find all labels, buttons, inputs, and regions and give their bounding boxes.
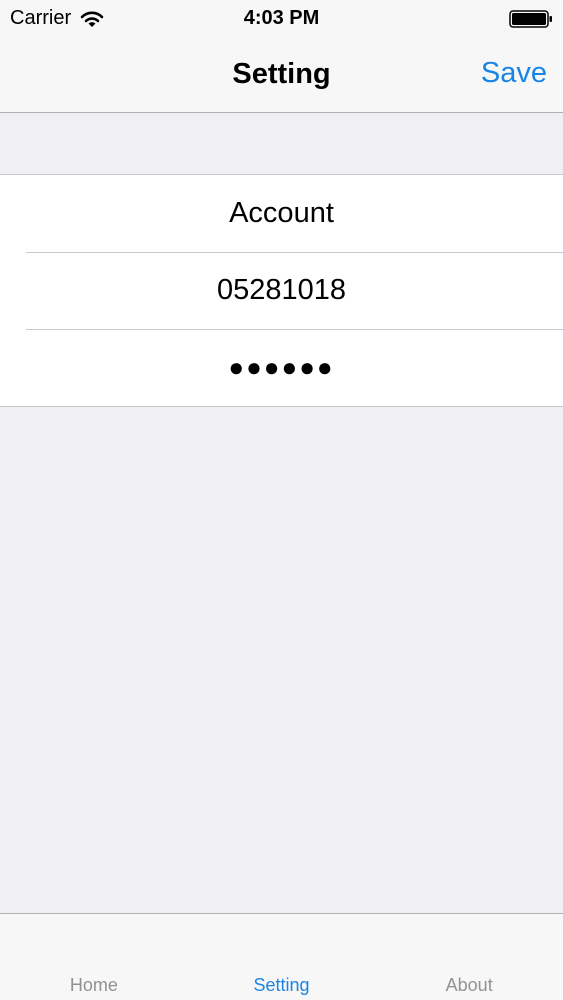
account-label: Account — [229, 197, 334, 229]
tab-about[interactable]: About — [375, 914, 563, 1000]
save-button[interactable]: Save — [481, 57, 547, 90]
page-title: Setting — [232, 58, 331, 90]
password-row[interactable]: ●●●●●● — [0, 329, 563, 406]
account-header-row: Account — [0, 175, 563, 252]
password-field[interactable]: ●●●●●● — [228, 352, 334, 382]
account-number-row[interactable]: 05281018 — [0, 252, 563, 329]
status-bar: Carrier 4:03 PM — [0, 0, 563, 38]
navigation-bar: Setting Save — [0, 38, 563, 113]
tab-setting[interactable]: Setting — [188, 914, 376, 1000]
account-number-field[interactable]: 05281018 — [217, 274, 346, 306]
status-time: 4:03 PM — [243, 7, 320, 29]
tab-home-label: Home — [69, 975, 118, 995]
tab-bar: Home Setting About — [0, 913, 563, 1000]
tab-about-label: About — [445, 975, 493, 995]
tab-setting-label: Setting — [253, 975, 310, 995]
tab-home[interactable]: Home — [0, 914, 188, 1000]
account-form: Account 05281018 ●●●●●● — [0, 174, 563, 407]
battery-icon — [509, 10, 552, 28]
